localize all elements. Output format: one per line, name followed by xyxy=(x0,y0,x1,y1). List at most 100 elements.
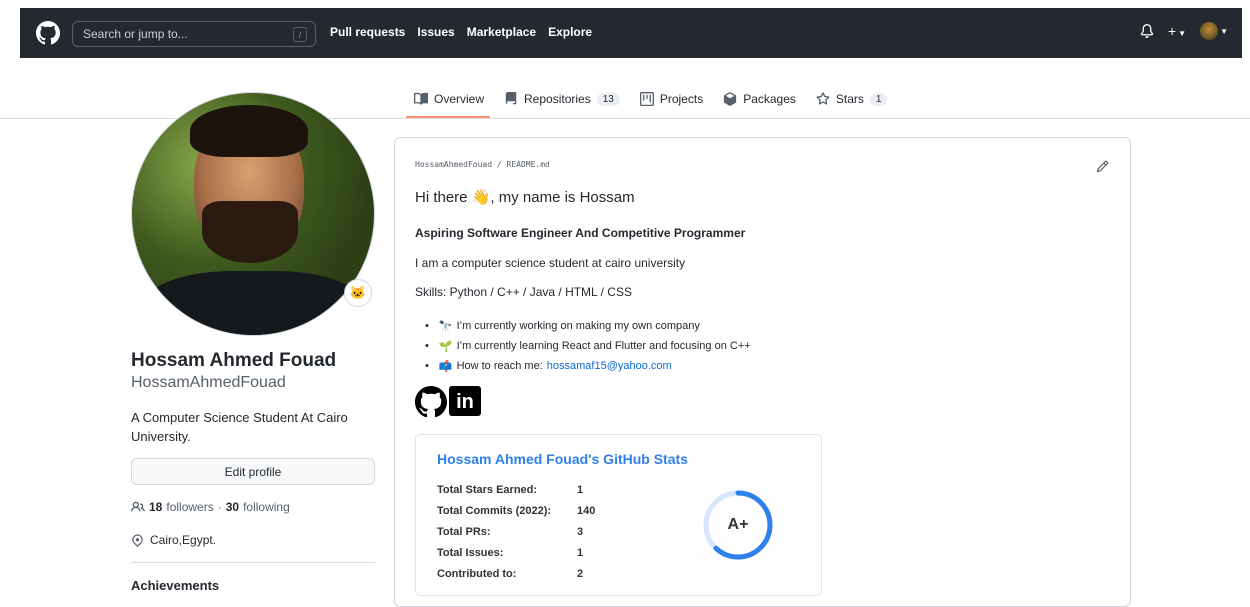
list-item: 📫How to reach me: hossamaf15@yahoo.com xyxy=(425,356,751,376)
stat-label: Total PRs: xyxy=(437,525,491,538)
avatar-beard xyxy=(202,201,298,263)
top-strip xyxy=(0,0,1250,8)
pencil-icon[interactable] xyxy=(1096,160,1110,174)
tab-projects[interactable]: Projects xyxy=(639,88,704,110)
search-input[interactable]: Search or jump to... / xyxy=(72,21,316,47)
create-new-menu[interactable]: + ▼ xyxy=(1168,23,1186,39)
waving-hand-icon: 👋 xyxy=(471,189,491,206)
nav-issues[interactable]: Issues xyxy=(417,25,454,39)
linkedin-icon[interactable]: in xyxy=(449,386,481,416)
chevron-down-icon: ▼ xyxy=(1220,26,1228,36)
tab-label: Repositories xyxy=(524,92,591,106)
stats-row: Total Stars Earned: 1 xyxy=(437,479,595,500)
greeting-prefix: Hi there xyxy=(415,189,472,206)
book-icon xyxy=(414,92,428,105)
bullet-text: I’m currently learning React and Flutter… xyxy=(456,340,751,352)
profile-fullname: Hossam Ahmed Fouad xyxy=(131,350,337,371)
location-text: Cairo,Egypt. xyxy=(150,533,217,547)
profile-tabs: Overview Repositories 13 Projects Packag… xyxy=(414,88,888,110)
repo-icon xyxy=(505,92,517,105)
profile-avatar[interactable] xyxy=(131,92,375,336)
followers-count[interactable]: 18 xyxy=(149,500,162,514)
stars-count-badge: 1 xyxy=(869,92,888,106)
nav-pull-requests[interactable]: Pull requests xyxy=(330,25,405,39)
achievements-heading: Achievements xyxy=(131,578,220,593)
github-logo-icon[interactable] xyxy=(36,21,60,45)
status-emoji-button[interactable]: 🐱 xyxy=(344,279,372,307)
stats-row: Total Issues: 1 xyxy=(437,542,595,563)
readme-intro: I am a computer science student at cairo… xyxy=(415,256,686,270)
header-nav: Pull requests Issues Marketplace Explore xyxy=(330,25,592,39)
linkedin-text: in xyxy=(456,391,474,413)
search-shortcut-key: / xyxy=(293,27,307,42)
stat-value: 1 xyxy=(577,483,584,496)
tab-label: Overview xyxy=(434,92,485,106)
rank-grade: A+ xyxy=(727,516,749,533)
stat-value: 1 xyxy=(577,546,584,559)
chevron-down-icon: ▼ xyxy=(1178,29,1187,38)
avatar xyxy=(1200,22,1219,40)
readme-path[interactable]: HossamAhmedFouad / README.md xyxy=(415,160,550,169)
profile-username: HossamAhmedFouad xyxy=(131,374,286,391)
stat-value: 3 xyxy=(577,525,584,538)
stats-row: Total PRs: 3 xyxy=(437,521,595,542)
tab-label: Stars xyxy=(835,92,864,106)
separator-dot: · xyxy=(217,500,222,514)
tab-packages[interactable]: Packages xyxy=(723,88,796,110)
user-menu[interactable]: ▼ xyxy=(1200,22,1228,40)
star-icon xyxy=(816,92,830,105)
social-links: in xyxy=(415,386,481,418)
greeting-suffix: , my name is Hossam xyxy=(490,189,635,206)
github-icon[interactable] xyxy=(415,386,447,418)
stats-row: Total Commits (2022): 140 xyxy=(437,500,595,521)
tab-repositories[interactable]: Repositories 13 xyxy=(504,88,620,110)
list-item: 🌱I’m currently learning React and Flutte… xyxy=(425,336,751,356)
tab-overview[interactable]: Overview xyxy=(414,88,484,110)
location-icon xyxy=(132,533,143,547)
sidebar-divider xyxy=(131,562,375,563)
nav-explore[interactable]: Explore xyxy=(548,25,592,39)
email-link[interactable]: hossamaf15@yahoo.com xyxy=(547,360,672,372)
tab-label: Packages xyxy=(743,92,796,106)
bullet-text: I’m currently working on making my own c… xyxy=(456,320,700,332)
readme-subtitle: Aspiring Software Engineer And Competiti… xyxy=(415,226,746,240)
repositories-count-badge: 13 xyxy=(596,92,620,106)
stat-label: Total Issues: xyxy=(437,546,504,559)
telescope-icon: 🔭 xyxy=(438,320,453,333)
profile-location: Cairo,Egypt. xyxy=(131,533,216,547)
project-icon xyxy=(639,92,654,106)
edit-profile-button[interactable]: Edit profile xyxy=(131,458,375,485)
stat-label: Total Stars Earned: xyxy=(437,483,538,496)
nav-marketplace[interactable]: Marketplace xyxy=(467,25,536,39)
stat-label: Contributed to: xyxy=(437,567,517,580)
github-stats-card: Hossam Ahmed Fouad's GitHub Stats Total … xyxy=(415,434,822,596)
global-header: Search or jump to... / Pull requests Iss… xyxy=(20,8,1242,58)
readme-skills: Skills: Python / C++ / Java / HTML / CSS xyxy=(415,285,632,299)
profile-readme: HossamAhmedFouad / README.md Hi there 👋,… xyxy=(394,137,1131,607)
bell-icon[interactable] xyxy=(1140,24,1154,38)
octocat-emoji-icon: 🐱 xyxy=(349,285,367,300)
profile-bio: A Computer Science Student At Cairo Univ… xyxy=(131,410,348,444)
followers-label[interactable]: followers xyxy=(166,500,213,514)
stat-value: 140 xyxy=(577,504,596,517)
tab-stars[interactable]: Stars 1 xyxy=(816,88,888,110)
mailbox-icon: 📫 xyxy=(438,360,453,373)
stats-title: Hossam Ahmed Fouad's GitHub Stats xyxy=(437,451,688,467)
following-count[interactable]: 30 xyxy=(226,500,239,514)
stat-label: Total Commits (2022): xyxy=(437,504,552,517)
readme-greeting: Hi there 👋, my name is Hossam xyxy=(415,188,635,206)
search-placeholder: Search or jump to... xyxy=(83,27,188,41)
readme-bullets: 🔭I’m currently working on making my own … xyxy=(425,316,751,376)
stats-row: Contributed to: 2 xyxy=(437,563,595,584)
list-item: 🔭I’m currently working on making my own … xyxy=(425,316,751,336)
header-actions: + ▼ ▼ xyxy=(1140,22,1228,40)
avatar-hair xyxy=(190,105,308,157)
avatar-body xyxy=(142,271,366,335)
stat-value: 2 xyxy=(577,567,584,580)
stats-rows: Total Stars Earned: 1 Total Commits (2022… xyxy=(437,479,595,584)
people-icon xyxy=(131,501,145,512)
tab-label: Projects xyxy=(659,92,704,106)
follow-stats: 18 followers · 30 following xyxy=(131,500,290,514)
following-label[interactable]: following xyxy=(243,500,290,514)
seedling-icon: 🌱 xyxy=(438,340,453,353)
